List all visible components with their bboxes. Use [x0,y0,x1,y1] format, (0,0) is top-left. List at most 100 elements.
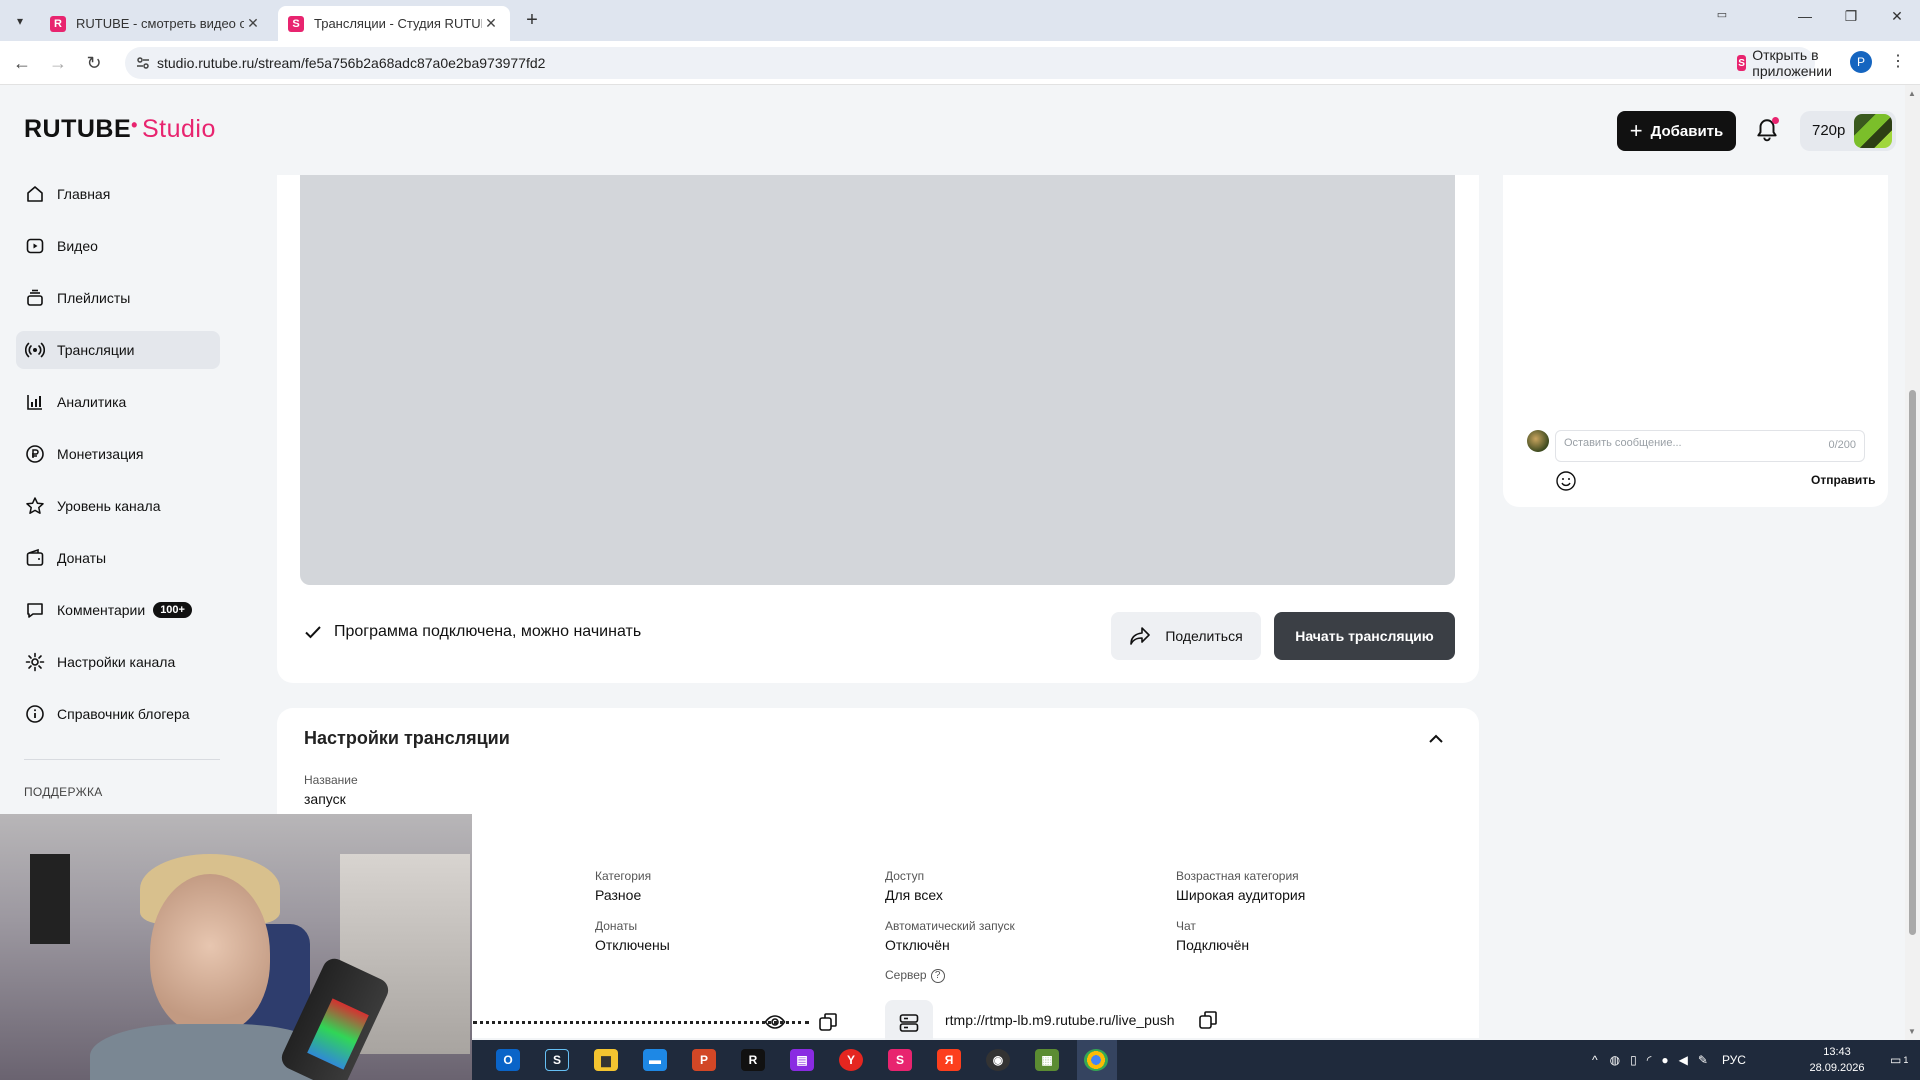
browser-tab-studio[interactable]: S Трансляции - Студия RUTUBE ✕ [278,6,510,41]
share-icon [1130,627,1151,645]
scroll-down-icon[interactable]: ▼ [1908,1027,1916,1036]
tab-search-button[interactable]: ▾ [8,9,32,33]
sidebar-item-blogger-guide[interactable]: Справочник блогера [16,695,220,733]
sidebar: Главная Видео Плейлисты Трансляции Анали… [0,175,230,815]
url-text: studio.rutube.ru/stream/fe5a756b2a68adc8… [157,55,546,71]
chat-app-icon[interactable]: ▬ [643,1049,667,1071]
server-icon [899,1014,919,1032]
home-icon [27,186,43,202]
donations-field: Донаты Отключены [595,919,670,953]
language-indicator[interactable]: РУС [1722,1053,1746,1067]
sidebar-item-analytics[interactable]: Аналитика [16,383,220,421]
notification-badge [1772,117,1779,124]
sidebar-divider [24,759,220,760]
share-button[interactable]: Поделиться [1111,612,1261,660]
copy-key-icon[interactable] [817,1011,839,1033]
help-icon[interactable]: ? [930,968,945,983]
browser-tab-rutube[interactable]: R RUTUBE - смотреть видео онлайн ✕ [40,6,272,41]
cast-icon[interactable]: ▭ [1707,8,1737,21]
chat-message-input[interactable]: 0/200 [1555,430,1865,462]
rutube-app-icon[interactable]: R [741,1049,765,1071]
quality-label: 720p [1812,122,1846,139]
access-field: Доступ Для всех [885,869,943,903]
emoji-icon[interactable] [1555,470,1577,492]
new-tab-button[interactable]: + [520,8,544,32]
windows-taskbar: O S ▆ ▬ P R ▤ Y S Я ◉ ▦ ^ ◍ ▯ ◜ ● ◀ ✎ РУ… [472,1040,1920,1080]
minimize-button[interactable]: — [1790,8,1820,24]
microphone-icon[interactable]: ● [1661,1053,1668,1067]
steam-icon[interactable]: S [545,1049,569,1071]
field-value: запуск [304,791,346,807]
scroll-up-icon[interactable]: ▲ [1908,89,1916,98]
eye-icon[interactable] [764,1011,786,1033]
playlist-icon [27,289,43,306]
file-explorer-icon[interactable]: ▆ [594,1049,618,1071]
restore-button[interactable]: ❐ [1836,8,1866,25]
scrollbar-thumb[interactable] [1909,390,1916,935]
start-stream-button[interactable]: Начать трансляцию [1274,612,1455,660]
tab-title: RUTUBE - смотреть видео онлайн [76,16,244,31]
rutube-studio-app-icon[interactable]: S [888,1049,912,1071]
chevron-up-icon[interactable] [1427,730,1445,748]
chat-user-avatar [1527,430,1549,452]
system-tray: ^ ◍ ▯ ◜ ● ◀ ✎ РУС [1592,1040,1746,1080]
close-window-button[interactable]: ✕ [1882,8,1912,25]
open-in-app-button[interactable]: S Открыть в приложении [1737,47,1839,79]
obs-icon[interactable]: ◉ [986,1049,1010,1071]
close-tab-icon[interactable]: ✕ [244,15,262,32]
notification-center[interactable]: ▭ 1 [1890,1040,1908,1080]
server-field: Сервер? [885,968,945,987]
yandex-icon[interactable]: Я [937,1049,961,1071]
back-arrow-icon[interactable]: ← [10,51,34,75]
media-app-icon[interactable]: ▤ [790,1049,814,1071]
gear-icon [25,652,45,672]
page-scrollbar[interactable]: ▲ ▼ [1905,85,1920,1040]
broadcast-icon [25,342,45,358]
show-hidden-icons-icon[interactable]: ^ [1592,1053,1598,1067]
sidebar-item-channel-level[interactable]: Уровень канала [16,487,220,525]
sidebar-item-comments[interactable]: Комментарии 100+ [16,591,220,629]
sidebar-item-broadcasts[interactable]: Трансляции [16,331,220,369]
notifications-bell-icon[interactable] [1754,117,1780,143]
copy-server-icon[interactable] [1197,1009,1219,1031]
browser-menu-icon[interactable]: ⋮ [1890,51,1906,71]
field-label: Доступ [885,869,925,883]
connection-status: Программа подключена, можно начинать [304,623,641,641]
volume-icon[interactable]: ◀ [1679,1053,1688,1067]
pen-icon[interactable]: ✎ [1698,1053,1708,1067]
forward-arrow-icon[interactable]: → [46,51,70,75]
send-message-button[interactable]: Отправить [1811,473,1875,487]
sidebar-item-playlists[interactable]: Плейлисты [16,279,220,317]
sidebar-item-home[interactable]: Главная [16,175,220,213]
sidebar-item-channel-settings[interactable]: Настройки канала [16,643,220,681]
sidebar-item-video[interactable]: Видео [16,227,220,265]
outlook-icon[interactable]: O [496,1049,520,1071]
support-heading: ПОДДЕРЖКА [24,785,103,799]
powerpoint-icon[interactable]: P [692,1049,716,1071]
sidebar-item-label: Справочник блогера [57,706,190,722]
close-tab-icon[interactable]: ✕ [482,15,500,32]
taskbar-clock[interactable]: 13:43 28.09.2026 [1802,1044,1872,1076]
add-button[interactable]: + Добавить [1617,111,1736,151]
add-button-label: Добавить [1650,122,1724,140]
sidebar-item-donations[interactable]: Донаты [16,539,220,577]
field-value: Широкая аудитория [1176,887,1306,903]
address-bar[interactable]: studio.rutube.ru/stream/fe5a756b2a68adc8… [125,47,1832,79]
profile-avatar[interactable]: P [1850,51,1872,73]
battery-icon[interactable]: ▯ [1630,1053,1637,1067]
chat-message-field[interactable] [1564,437,1804,449]
minecraft-icon[interactable]: ▦ [1035,1049,1059,1071]
site-settings-icon[interactable] [135,55,151,71]
info-icon [26,705,44,723]
wifi-icon[interactable]: ◜ [1647,1053,1652,1067]
yandex-browser-icon[interactable]: Y [839,1049,863,1071]
rutube-studio-logo[interactable]: RUTUBE• Studio [24,115,216,144]
account-menu[interactable]: 720p [1800,111,1896,151]
chrome-icon[interactable] [1084,1049,1108,1071]
webcam-overlay [0,814,472,1080]
reload-icon[interactable]: ↻ [82,51,106,75]
field-label: Автоматический запуск [885,919,1015,933]
network-icon[interactable]: ◍ [1610,1053,1620,1067]
sidebar-item-monetization[interactable]: Монетизация [16,435,220,473]
stream-key-masked [473,1021,809,1025]
